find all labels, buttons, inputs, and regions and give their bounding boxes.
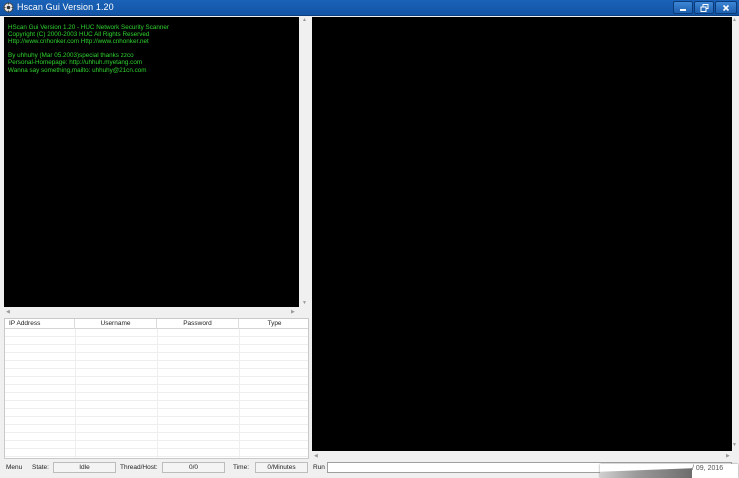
restore-icon <box>700 3 708 12</box>
minimize-button[interactable] <box>673 1 693 14</box>
scroll-down-arrow-icon[interactable]: ▼ <box>302 301 307 306</box>
window-title: Hscan Gui Version 1.20 <box>17 2 114 12</box>
column-header-ip-address[interactable]: IP Address <box>5 319 75 329</box>
close-button[interactable] <box>715 1 737 14</box>
popup-date-text: / 09, 2016 <box>692 465 724 472</box>
scroll-up-arrow-icon[interactable]: ▲ <box>302 18 307 23</box>
column-header-password[interactable]: Password <box>157 319 239 329</box>
scroll-left-arrow-icon[interactable]: ◀ <box>6 310 10 315</box>
column-header-type[interactable]: Type <box>239 319 308 329</box>
overlay-popup: / 09, 2016 <box>600 464 738 478</box>
column-divider <box>239 329 240 458</box>
right-console-horizontal-scrollbar[interactable]: ◀ ▶ <box>312 451 738 461</box>
right-console-vertical-scrollbar[interactable]: ▲ ▼ <box>732 17 738 461</box>
column-divider <box>75 329 76 458</box>
left-console-horizontal-scrollbar[interactable]: ◀ ▶ <box>4 307 309 317</box>
run-label: Run <box>313 464 325 471</box>
menu-button[interactable]: Menu <box>6 464 22 471</box>
title-bar[interactable]: Hscan Gui Version 1.20 <box>0 0 739 16</box>
console-text: HScan Gui Version 1.20 - HUC Network Sec… <box>8 24 298 74</box>
console-line: Wanna say something,mailto: uhhuhy@21cn.… <box>8 66 147 74</box>
column-header-username[interactable]: Username <box>75 319 157 329</box>
scroll-right-arrow-icon[interactable]: ▶ <box>726 454 730 459</box>
state-value: Idle <box>53 462 116 473</box>
application-window: Hscan Gui Version 1.20 HScan Gui Version… <box>0 0 739 478</box>
console-line: Http://www.cnhonker.com Http://www.cnhon… <box>8 38 149 46</box>
console-line: Personal-Homepage: http://uhhuh.myetang.… <box>8 59 143 67</box>
thread-host-label: Thread/Host: <box>120 464 158 471</box>
console-line: By uhhuhy (Mar 05.2003)special thanks zz… <box>8 52 134 60</box>
popup-graphic <box>600 468 692 478</box>
scroll-up-arrow-icon[interactable]: ▲ <box>732 18 737 23</box>
thread-host-value: 0/0 <box>162 462 225 473</box>
column-divider <box>157 329 158 458</box>
scan-output-console[interactable] <box>312 17 732 451</box>
scan-info-console[interactable]: HScan Gui Version 1.20 - HUC Network Sec… <box>4 17 309 317</box>
restore-button[interactable] <box>694 1 714 14</box>
time-label: Time: <box>233 464 250 471</box>
console-line: HScan Gui Version 1.20 - HUC Network Sec… <box>8 24 169 31</box>
scroll-left-arrow-icon[interactable]: ◀ <box>314 454 318 459</box>
table-header: IP Address Username Password Type <box>5 319 308 329</box>
console-line: Copyright (C) 2000-2003 HUC All Rights R… <box>8 31 150 39</box>
results-table[interactable]: IP Address Username Password Type <box>4 318 309 459</box>
app-icon <box>3 2 14 13</box>
close-icon <box>722 4 730 11</box>
scroll-down-arrow-icon[interactable]: ▼ <box>732 443 737 448</box>
time-value: 0/Minutes <box>255 462 308 473</box>
minimize-icon <box>680 8 686 11</box>
state-label: State: <box>32 464 49 471</box>
left-console-vertical-scrollbar[interactable]: ▲ ▼ <box>299 17 309 307</box>
scroll-right-arrow-icon[interactable]: ▶ <box>291 310 295 315</box>
